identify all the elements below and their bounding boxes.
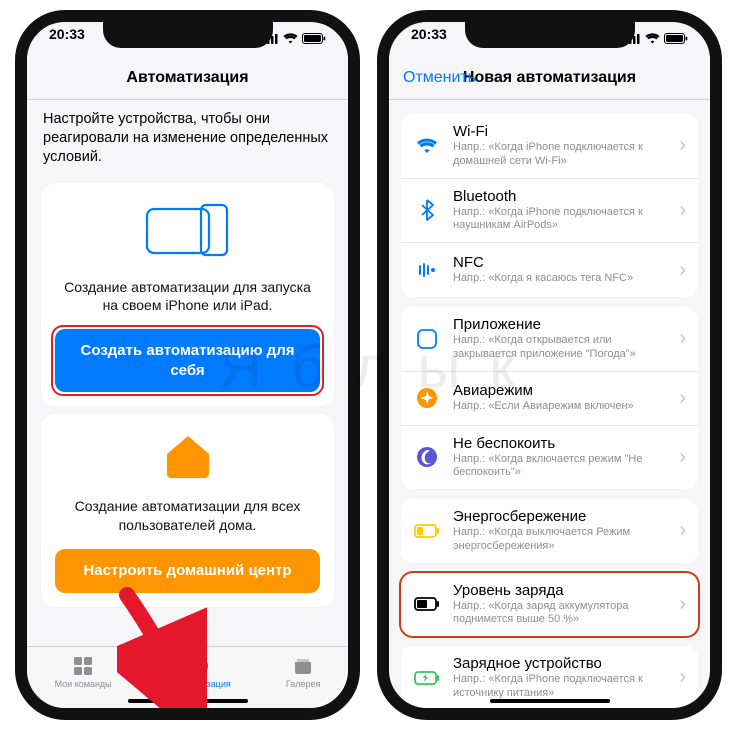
home-desc: Создание автоматизации для всех пользова… [59,497,316,535]
chevron-right-icon: › [679,446,686,469]
lowpower-icon [413,517,441,545]
tab-gallery[interactable]: Галерея [286,655,321,689]
row-nfc[interactable]: NFCНапр.: «Когда я касаюсь тега NFC» › [401,243,698,297]
row-title: Wi-Fi [453,123,673,140]
app-icon [413,325,441,353]
row-title: Энергосбережение [453,508,673,525]
row-subtitle: Напр.: «Когда открывается или закрываетс… [453,334,673,362]
row-subtitle: Напр.: «Когда iPhone подключается к дома… [453,141,673,169]
row-title: Не беспокоить [453,435,673,452]
group-settings: ПриложениеНапр.: «Когда открывается или … [401,307,698,489]
row-wifi[interactable]: Wi-FiНапр.: «Когда iPhone подключается к… [401,114,698,179]
tab-library-label: Мои команды [55,679,112,689]
row-app[interactable]: ПриложениеНапр.: «Когда открывается или … [401,307,698,372]
tab-library[interactable]: Мои команды [55,655,112,689]
chevron-right-icon: › [679,666,686,689]
tab-automation[interactable]: Автоматизация [167,655,231,689]
home-icon [163,434,213,478]
cancel-button[interactable]: Отменить [403,69,476,87]
bluetooth-icon [413,196,441,224]
screen-content-left: Настройте устройства, чтобы они реагиров… [27,100,348,708]
row-dnd[interactable]: Не беспокоитьНапр.: «Когда включается ре… [401,426,698,490]
screen-content-right: Wi-FiНапр.: «Когда iPhone подключается к… [389,100,710,708]
row-title: Приложение [453,316,673,333]
wifi-status-icon [645,33,660,44]
battery-status-icon [664,33,688,44]
row-battery[interactable]: Уровень зарядаНапр.: «Когда заряд аккуму… [401,573,698,637]
nav-bar-right: Отменить Новая автоматизация [389,56,710,100]
library-icon [72,655,94,677]
row-subtitle: Напр.: «Когда включается режим "Не беспо… [453,453,673,481]
row-title: Авиарежим [453,382,673,399]
nfc-icon [413,256,441,284]
nav-title: Автоматизация [126,69,248,87]
gallery-icon [292,655,314,677]
chevron-right-icon: › [679,199,686,222]
row-subtitle: Напр.: «Если Авиарежим включен» [453,400,673,414]
settings-list: Wi-FiНапр.: «Когда iPhone подключается к… [389,100,710,708]
nav-title: Новая автоматизация [463,69,636,87]
personal-desc: Создание автоматизации для запуска на св… [59,278,316,316]
notch [103,20,273,48]
wifi-icon [413,132,441,160]
row-bluetooth[interactable]: BluetoothНапр.: «Когда iPhone подключает… [401,179,698,244]
group-battery-highlighted: Уровень зарядаНапр.: «Когда заряд аккуму… [401,573,698,637]
setup-home-hub-button[interactable]: Настроить домашний центр [55,549,320,593]
intro-text: Настройте устройства, чтобы они реагиров… [27,100,348,175]
row-lowpower[interactable]: ЭнергосбережениеНапр.: «Когда выключаетс… [401,499,698,563]
status-time: 20:33 [411,26,447,50]
devices-icon [143,203,233,259]
row-subtitle: Напр.: «Когда iPhone подключается к науш… [453,206,673,234]
home-indicator[interactable] [490,699,610,703]
tab-gallery-label: Галерея [286,679,321,689]
row-airplane[interactable]: АвиарежимНапр.: «Если Авиарежим включен»… [401,372,698,426]
row-title: Bluetooth [453,188,673,205]
row-title: Зарядное устройство [453,655,673,672]
chevron-right-icon: › [679,134,686,157]
row-subtitle: Напр.: «Когда я касаюсь тега NFC» [453,272,673,286]
charger-icon [413,664,441,692]
group-connectivity: Wi-FiНапр.: «Когда iPhone подключается к… [401,114,698,297]
row-subtitle: Напр.: «Когда заряд аккумулятора подниме… [453,600,673,628]
row-subtitle: Напр.: «Когда выключается Режим энергосб… [453,526,673,554]
phone-frame-left: 20:33 Автоматизация Настройте устройства… [15,10,360,720]
nav-bar-left: Автоматизация [27,56,348,100]
red-highlight-box: Создать автоматизацию для себя [53,327,322,394]
notch [465,20,635,48]
wifi-status-icon [283,33,298,44]
battery-level-icon [413,590,441,618]
group-power-1: ЭнергосбережениеНапр.: «Когда выключаетс… [401,499,698,563]
chevron-right-icon: › [679,593,686,616]
home-indicator[interactable] [128,699,248,703]
row-subtitle: Напр.: «Когда iPhone подключается к исто… [453,673,673,701]
phone-frame-right: 20:33 Отменить Новая автоматизация Wi-Fi… [377,10,722,720]
chevron-right-icon: › [679,519,686,542]
dnd-icon [413,443,441,471]
tab-automation-label: Автоматизация [167,679,231,689]
home-automation-card: Создание автоматизации для всех пользова… [41,414,334,606]
chevron-right-icon: › [679,387,686,410]
chevron-right-icon: › [679,327,686,350]
airplane-icon [413,384,441,412]
create-personal-automation-button[interactable]: Создать автоматизацию для себя [55,329,320,392]
personal-automation-card: Создание автоматизации для запуска на св… [41,183,334,407]
row-title: Уровень заряда [453,582,673,599]
status-time: 20:33 [49,26,85,50]
automation-icon [188,655,210,677]
row-title: NFC [453,254,673,271]
battery-status-icon [302,33,326,44]
chevron-right-icon: › [679,259,686,282]
